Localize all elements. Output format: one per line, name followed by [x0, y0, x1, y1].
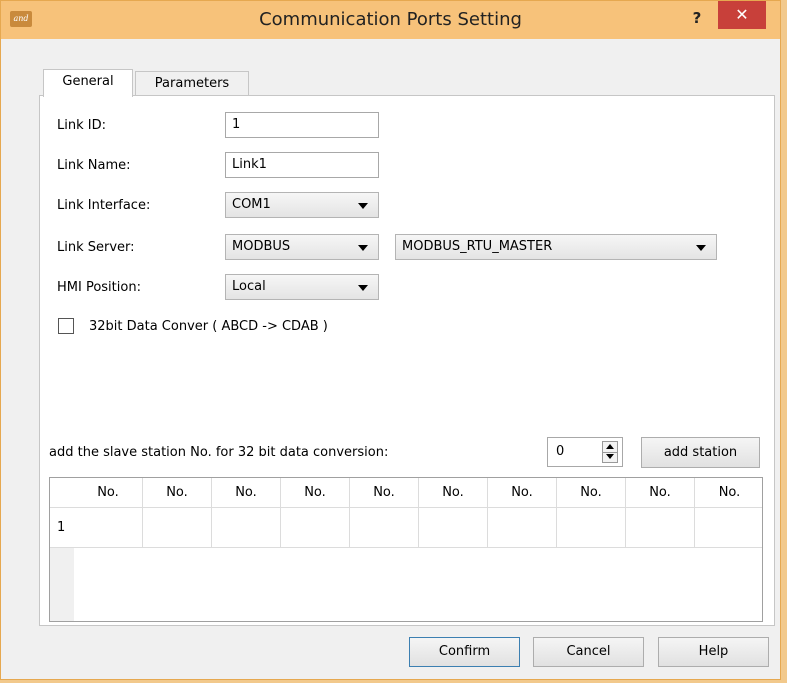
link-server-value: MODBUS — [232, 239, 291, 254]
table-cell[interactable] — [419, 508, 488, 548]
column-header[interactable]: No. — [212, 478, 281, 508]
link-interface-value: COM1 — [232, 197, 271, 212]
title-bar: and Communication Ports Setting ? ✕ — [1, 1, 780, 39]
slave-station-table: No. No. No. No. No. No. No. No. No. No. … — [49, 477, 763, 622]
column-header[interactable]: No. — [557, 478, 626, 508]
help-button[interactable]: Help — [658, 637, 769, 667]
row-number[interactable]: 1 — [50, 508, 74, 548]
chevron-down-icon — [358, 245, 368, 251]
table-cell[interactable] — [557, 508, 626, 548]
chevron-down-icon — [696, 245, 706, 251]
protocol-select[interactable]: MODBUS_RTU_MASTER — [395, 234, 717, 260]
column-header[interactable]: No. — [350, 478, 419, 508]
spin-down-icon[interactable] — [606, 454, 614, 459]
column-header[interactable]: No. — [419, 478, 488, 508]
spin-divider — [603, 452, 617, 453]
table-cell[interactable] — [143, 508, 212, 548]
protocol-value: MODBUS_RTU_MASTER — [402, 239, 553, 254]
link-interface-label: Link Interface: — [57, 198, 151, 213]
tab-general[interactable]: General — [43, 69, 133, 97]
add-station-button[interactable]: add station — [641, 437, 760, 468]
table-cell[interactable] — [350, 508, 419, 548]
column-header[interactable]: No. — [488, 478, 557, 508]
column-header[interactable]: No. — [695, 478, 762, 508]
slave-station-value: 0 — [556, 444, 565, 459]
link-name-field[interactable]: Link1 — [225, 152, 379, 178]
slave-station-spinbox[interactable]: 0 — [547, 437, 623, 467]
confirm-button[interactable]: Confirm — [409, 637, 520, 667]
spin-up-icon[interactable] — [606, 444, 614, 449]
table-cell[interactable] — [212, 508, 281, 548]
chevron-down-icon — [358, 203, 368, 209]
chevron-down-icon — [358, 285, 368, 291]
column-header[interactable]: No. — [74, 478, 143, 508]
link-id-field[interactable]: 1 — [225, 112, 379, 138]
data-convert-checkbox[interactable] — [58, 318, 74, 334]
slave-station-label: add the slave station No. for 32 bit dat… — [49, 445, 389, 460]
hmi-position-value: Local — [232, 279, 266, 294]
spin-buttons[interactable] — [602, 441, 618, 463]
table-cell[interactable] — [74, 508, 143, 548]
link-server-select[interactable]: MODBUS — [225, 234, 379, 260]
help-question-icon[interactable]: ? — [684, 7, 710, 29]
dialog-window: and Communication Ports Setting ? ✕ Gene… — [0, 0, 781, 680]
tab-parameters[interactable]: Parameters — [135, 71, 249, 96]
link-interface-select[interactable]: COM1 — [225, 192, 379, 218]
column-header[interactable]: No. — [143, 478, 212, 508]
table-cell[interactable] — [488, 508, 557, 548]
link-name-label: Link Name: — [57, 158, 131, 173]
table-corner — [50, 478, 74, 508]
column-header[interactable]: No. — [626, 478, 695, 508]
table-cell[interactable] — [695, 508, 762, 548]
close-button[interactable]: ✕ — [718, 1, 766, 29]
cancel-button[interactable]: Cancel — [533, 637, 644, 667]
hmi-position-label: HMI Position: — [57, 280, 141, 295]
table-cell[interactable] — [281, 508, 350, 548]
column-header[interactable]: No. — [281, 478, 350, 508]
window-title: Communication Ports Setting — [259, 9, 522, 30]
link-server-label: Link Server: — [57, 240, 135, 255]
link-id-label: Link ID: — [57, 118, 106, 133]
table-cell[interactable] — [626, 508, 695, 548]
data-convert-label: 32bit Data Conver ( ABCD -> CDAB ) — [89, 319, 328, 334]
hmi-position-select[interactable]: Local — [225, 274, 379, 300]
